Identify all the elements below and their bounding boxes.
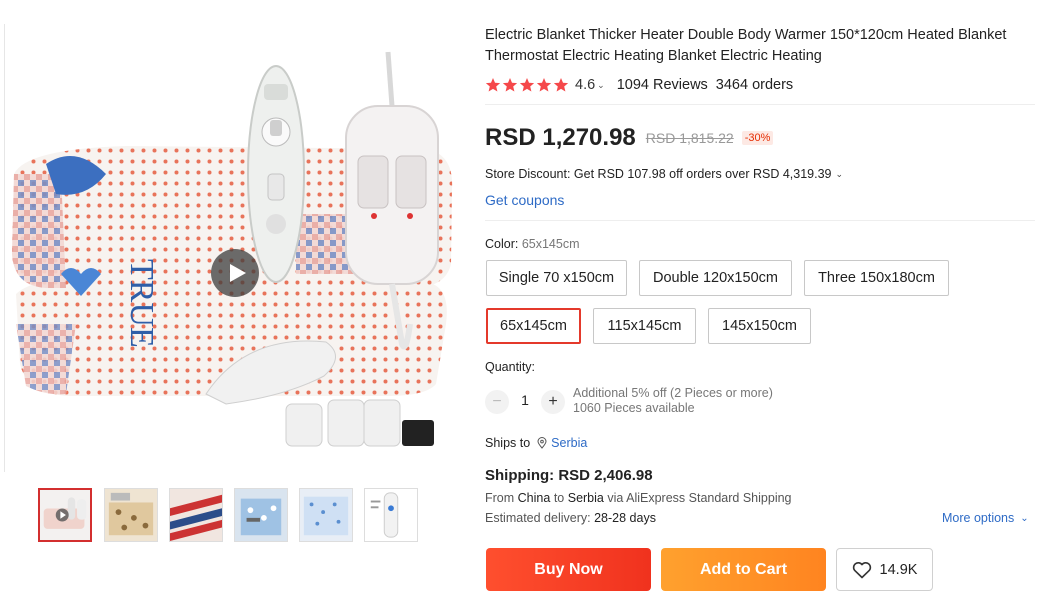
- delivery-label: Estimated delivery:: [485, 511, 591, 525]
- current-price: RSD 1,270.98: [485, 124, 636, 151]
- quantity-input[interactable]: 1: [512, 392, 538, 408]
- main-product-image[interactable]: TRUE: [6, 24, 460, 472]
- electric-blanket-photo: TRUE: [12, 51, 453, 447]
- star-icon: [553, 78, 569, 92]
- estimated-delivery: Estimated delivery: 28-28 days: [485, 511, 656, 525]
- chevron-down-icon: ⌄: [835, 168, 844, 179]
- discount-badge: -30%: [741, 131, 774, 145]
- option-single-70x150[interactable]: Single 70 x150cm: [486, 260, 627, 296]
- buy-now-button[interactable]: Buy Now: [486, 548, 651, 591]
- divider: [485, 104, 1035, 105]
- store-discount[interactable]: Store Discount: Get RSD 107.98 off order…: [485, 167, 843, 181]
- quantity-decrease-button[interactable]: −: [485, 390, 509, 414]
- original-price: RSD 1,815.22: [645, 130, 734, 146]
- gallery-divider: [4, 24, 5, 472]
- more-options-label: More options: [942, 511, 1015, 525]
- thumbnail-4[interactable]: [234, 488, 288, 542]
- shipping-from-prefix: From: [485, 491, 515, 505]
- divider: [485, 220, 1035, 221]
- option-145x150[interactable]: 145x150cm: [708, 308, 811, 344]
- star-rating[interactable]: [485, 77, 569, 93]
- thumbnail-6[interactable]: [364, 488, 418, 542]
- thumbnail-blanket-image: [105, 489, 157, 541]
- thumbnail-5[interactable]: [299, 488, 353, 542]
- shipping-to-word: to: [553, 491, 565, 505]
- shipping-route: From China to Serbia via AliExpress Stan…: [485, 491, 792, 505]
- option-three-150x180[interactable]: Three 150x180cm: [804, 260, 949, 296]
- reviews-link[interactable]: 1094 Reviews: [617, 77, 708, 93]
- add-to-cart-button[interactable]: Add to Cart: [661, 548, 826, 591]
- thumbnail-bed-image: [235, 489, 287, 541]
- quantity-label: Quantity:: [485, 360, 536, 374]
- wishlist-count: 14.9K: [879, 561, 918, 578]
- thumbnail-3[interactable]: [169, 488, 223, 542]
- play-icon: [230, 264, 246, 282]
- price-row: RSD 1,270.98 RSD 1,815.22 -30%: [485, 124, 774, 152]
- chevron-down-icon: ⌄: [1020, 512, 1029, 524]
- thumbnail-2[interactable]: [104, 488, 158, 542]
- bulk-discount-note: Additional 5% off (2 Pieces or more): [573, 386, 773, 400]
- option-115x145[interactable]: 115x145cm: [593, 308, 696, 344]
- svg-text:TRUE: TRUE: [123, 259, 160, 348]
- delivery-value: 28-28 days: [594, 511, 656, 525]
- get-coupons-link[interactable]: Get coupons: [485, 192, 564, 208]
- option-65x145[interactable]: 65x145cm: [486, 308, 581, 344]
- rating-row: 4.6 ⌄ 1094 Reviews 3464 orders: [485, 75, 793, 95]
- thumbnail-dotted-blanket-image: [300, 489, 352, 541]
- stock-available: 1060 Pieces available: [573, 401, 695, 415]
- thumbnail-controller-image: [365, 489, 417, 541]
- heart-icon: [852, 561, 871, 578]
- video-play-button[interactable]: [211, 249, 259, 297]
- star-icon: [502, 78, 518, 92]
- product-title: Electric Blanket Thicker Heater Double B…: [485, 27, 1007, 64]
- rating-value[interactable]: 4.6: [575, 77, 595, 93]
- thumbnail-video-image: [40, 490, 90, 540]
- thumbnail-striped-blanket-image: [170, 489, 222, 541]
- thumbnail-1[interactable]: [38, 488, 92, 542]
- shipping-method: via AliExpress Standard Shipping: [607, 491, 792, 505]
- more-shipping-options-link[interactable]: More options ⌄: [942, 511, 1029, 525]
- chevron-down-icon[interactable]: ⌄: [597, 80, 605, 91]
- star-icon: [519, 78, 535, 92]
- ships-to-country[interactable]: Serbia: [551, 436, 587, 450]
- shipping-origin: China: [517, 491, 551, 505]
- quantity-increase-button[interactable]: +: [541, 390, 565, 414]
- color-label-text: Color:: [485, 237, 519, 251]
- location-pin-icon: [537, 437, 547, 449]
- shipping-cost: Shipping: RSD 2,406.98: [485, 467, 653, 484]
- wishlist-button[interactable]: 14.9K: [836, 548, 933, 591]
- store-discount-text: Store Discount: Get RSD 107.98 off order…: [485, 167, 832, 181]
- color-label: Color: 65x145cm: [485, 237, 580, 251]
- ships-to-label: Ships to: [485, 436, 531, 450]
- quantity-note: Additional 5% off (2 Pieces or more) 106…: [573, 386, 773, 416]
- option-double-120x150[interactable]: Double 120x150cm: [639, 260, 792, 296]
- orders-count: 3464 orders: [715, 77, 794, 93]
- star-icon: [485, 78, 501, 92]
- ships-to: Ships to Serbia: [485, 436, 587, 450]
- shipping-destination: Serbia: [567, 491, 604, 505]
- selected-color-value: 65x145cm: [521, 237, 580, 251]
- star-icon: [536, 78, 552, 92]
